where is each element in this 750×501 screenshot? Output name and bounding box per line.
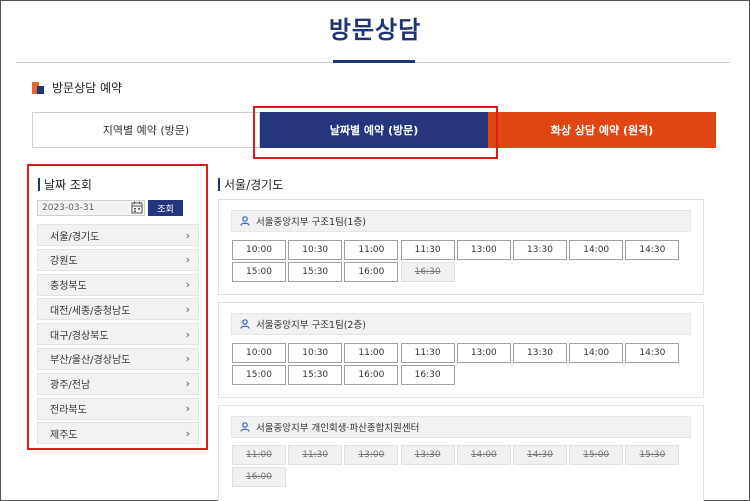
time-slot[interactable]: 11:30 (400, 343, 455, 363)
region-item[interactable]: 전라북도 › (37, 397, 199, 420)
time-slot[interactable]: 13:30 (513, 343, 567, 363)
region-label: 전라북도 (50, 405, 87, 417)
main-header: 서울/경기도 (218, 176, 283, 193)
time-slot: 14:00 (456, 445, 511, 465)
calendar-icon[interactable] (131, 201, 143, 214)
chevron-right-icon: › (185, 253, 190, 267)
region-label: 대구/경상북도 (50, 330, 109, 342)
time-slot[interactable]: 15:30 (288, 262, 343, 283)
person-icon (240, 319, 250, 329)
header-bar (218, 178, 220, 191)
chevron-right-icon: › (185, 352, 190, 366)
time-slot: 16:30 (400, 262, 455, 283)
time-slot: 13:30 (400, 445, 455, 465)
time-slot: 15:00 (569, 445, 624, 465)
time-slot[interactable]: 14:30 (625, 240, 680, 260)
chevron-right-icon: › (185, 228, 190, 242)
region-item[interactable]: 충청북도 › (37, 273, 199, 296)
time-slot[interactable]: 16:30 (400, 365, 455, 386)
region-item[interactable]: 부산/울산/경상남도 › (37, 347, 199, 370)
region-label: 서울/경기도 (50, 231, 100, 243)
time-slot[interactable]: 10:00 (232, 240, 286, 260)
time-slot[interactable]: 14:00 (569, 343, 624, 363)
person-icon (240, 216, 250, 226)
time-slot: 13:00 (344, 445, 399, 465)
tab-region-reservation[interactable]: 지역별 예약 (방문) (32, 112, 260, 148)
time-slot[interactable]: 10:00 (232, 343, 286, 363)
chevron-right-icon: › (185, 402, 190, 416)
region-label: 부산/울산/경상남도 (50, 355, 131, 367)
region-title: 서울/경기도 (224, 178, 284, 192)
time-slot[interactable]: 10:30 (288, 343, 343, 363)
tab-video-reservation[interactable]: 화상 상담 예약 (원격) (488, 112, 716, 148)
header-bar (38, 178, 40, 191)
section-bullet-icon (32, 81, 44, 94)
region-label: 제주도 (50, 429, 78, 441)
region-list: 서울/경기도 › 강원도 › 충청북도 › 대전/세종/충청남도 › 대구/경상북도 › … (37, 224, 199, 447)
time-slot[interactable]: 16:00 (344, 262, 399, 283)
time-slot[interactable]: 14:00 (569, 240, 624, 260)
chevron-right-icon: › (185, 377, 190, 391)
time-slot[interactable]: 10:30 (288, 240, 343, 260)
office-title: 서울중앙지부 구조1팀(2층) (256, 320, 366, 331)
time-slot: 11:30 (288, 445, 343, 465)
time-slot: 16:00 (232, 467, 286, 488)
region-label: 광주/전남 (50, 380, 91, 392)
chevron-right-icon: › (185, 278, 190, 292)
time-slot: 14:30 (513, 445, 567, 465)
region-item[interactable]: 대구/경상북도 › (37, 323, 199, 346)
highlight-box-tab (253, 106, 498, 159)
office-title-bar: 서울중앙지부 개인회생·파산종합지원센터 (231, 416, 691, 438)
region-item[interactable]: 광주/전남 › (37, 372, 199, 395)
sidebar-title: 날짜 조회 (44, 178, 92, 192)
office-title: 서울중앙지부 개인회생·파산종합지원센터 (256, 423, 420, 434)
region-label: 대전/세종/충청남도 (50, 305, 131, 317)
sidebar-header: 날짜 조회 (38, 176, 92, 193)
region-label: 강원도 (50, 256, 78, 268)
search-button[interactable]: 조회 (148, 200, 183, 216)
person-icon (240, 422, 250, 432)
region-item[interactable]: 강원도 › (37, 248, 199, 271)
time-slot[interactable]: 13:00 (456, 240, 511, 260)
title-accent (333, 60, 415, 63)
time-slot[interactable]: 11:00 (344, 240, 399, 260)
region-item[interactable]: 제주도 › (37, 422, 199, 445)
time-slot[interactable]: 14:30 (625, 343, 680, 363)
section-header: 방문상담 예약 (32, 79, 122, 96)
date-field[interactable]: 2023-03-31 (37, 200, 145, 216)
time-slot[interactable]: 16:00 (344, 365, 399, 386)
time-slot[interactable]: 15:00 (232, 262, 286, 283)
section-title: 방문상담 예약 (52, 81, 123, 95)
chevron-right-icon: › (185, 426, 190, 440)
time-slot[interactable]: 15:30 (288, 365, 343, 386)
region-label: 충청북도 (50, 281, 87, 293)
page-title: 방문상담 (328, 16, 422, 44)
office-title-bar: 서울중앙지부 구조1팀(2층) (231, 313, 691, 335)
time-slot[interactable]: 13:00 (456, 343, 511, 363)
chevron-right-icon: › (185, 327, 190, 341)
region-item[interactable]: 대전/세종/충청남도 › (37, 298, 199, 321)
time-slot[interactable]: 11:00 (344, 343, 399, 363)
region-item[interactable]: 서울/경기도 › (37, 224, 199, 246)
time-slot: 15:30 (625, 445, 680, 465)
time-slot[interactable]: 13:30 (513, 240, 567, 260)
time-slot[interactable]: 15:00 (232, 365, 286, 386)
time-slot: 11:00 (232, 445, 286, 465)
chevron-right-icon: › (185, 302, 190, 316)
office-title-bar: 서울중앙지부 구조1팀(1층) (231, 210, 691, 232)
office-title: 서울중앙지부 구조1팀(1층) (256, 217, 366, 228)
time-slot[interactable]: 11:30 (400, 240, 455, 260)
